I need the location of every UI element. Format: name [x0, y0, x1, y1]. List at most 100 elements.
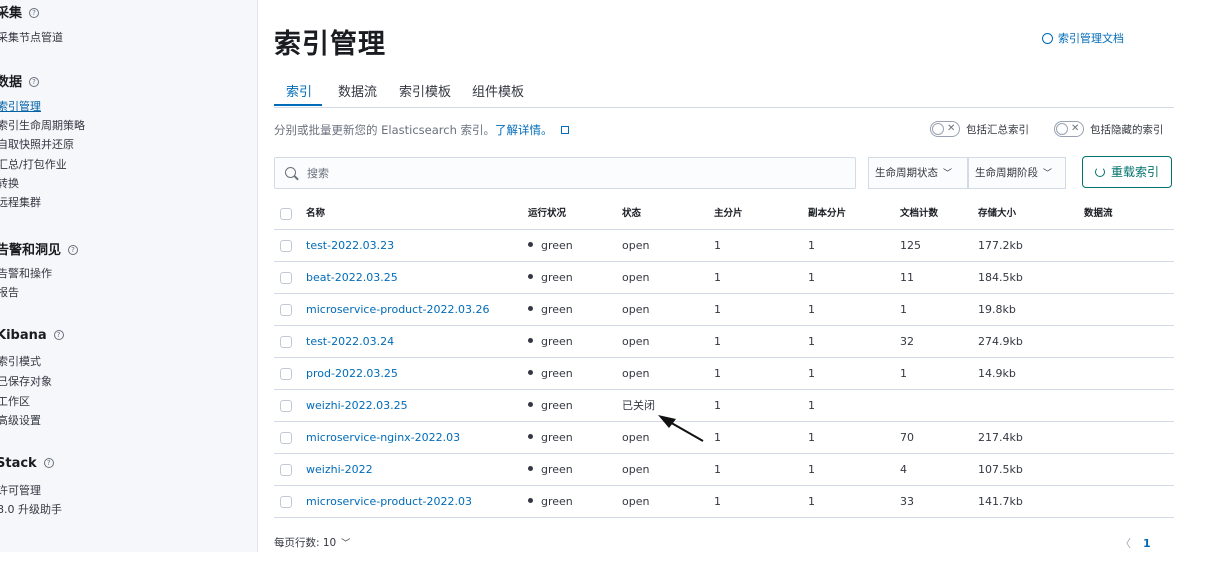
- replica-shards-cell: 1: [808, 431, 815, 444]
- previous-page-icon[interactable]: 〈: [1120, 537, 1131, 550]
- index-name-link[interactable]: weizhi-2022: [306, 454, 373, 486]
- reload-indices-button[interactable]: 重载索引: [1082, 156, 1172, 188]
- sidebar-item-remote-clusters[interactable]: 远程集群: [0, 194, 41, 210]
- sidebar-section-title: 采集?: [0, 2, 40, 21]
- sidebar-item-advanced-settings[interactable]: 高级设置: [0, 412, 41, 428]
- learn-more-link[interactable]: 了解详情。: [495, 123, 553, 137]
- row-checkbox[interactable]: [280, 368, 292, 380]
- index-name-link[interactable]: microservice-product-2022.03.26: [306, 294, 489, 326]
- select-all-checkbox[interactable]: [280, 208, 292, 220]
- tab-indices[interactable]: 索引: [286, 81, 312, 100]
- sidebar-item-saved-objects[interactable]: 已保存对象: [0, 373, 52, 389]
- sidebar-item-snapshot-restore[interactable]: 自取快照并还原: [0, 136, 74, 152]
- table-row: microservice-product-2022.03.26 green open…: [274, 294, 1174, 326]
- primary-shards-cell: 1: [714, 463, 721, 476]
- status-cell: 已关闭: [622, 399, 655, 412]
- sidebar-item-license-management[interactable]: 许可管理: [0, 482, 41, 498]
- help-icon[interactable]: ?: [29, 77, 40, 87]
- row-checkbox[interactable]: [280, 272, 292, 284]
- lifecycle-phase-filter[interactable]: 生命周期阶段 ﹀: [968, 157, 1066, 189]
- status-cell: open: [622, 239, 650, 252]
- row-checkbox[interactable]: [280, 464, 292, 476]
- lifecycle-status-filter[interactable]: 生命周期状态 ﹀: [868, 157, 968, 189]
- sidebar: 采集? 采集节点管道 数据? 索引管理 索引生命周期策略 自取快照并还原 汇总/…: [0, 0, 258, 552]
- replica-shards-cell: 1: [808, 463, 815, 476]
- table-body: test-2022.03.23 green open 1 1 125 177.2kb beat…: [274, 230, 1174, 518]
- health-cell: green: [528, 262, 573, 294]
- help-icon[interactable]: ?: [53, 330, 64, 340]
- index-name-link[interactable]: beat-2022.03.25: [306, 262, 398, 294]
- index-name-link[interactable]: weizhi-2022.03.25: [306, 390, 408, 422]
- tab-bar: 索引 数据流 索引模板 组件模板: [274, 78, 1174, 108]
- replica-shards-cell: 1: [808, 335, 815, 348]
- sidebar-item-index-patterns[interactable]: 索引模式: [0, 353, 41, 369]
- replica-shards-cell: 1: [808, 239, 815, 252]
- docs-count-cell: 33: [900, 495, 914, 508]
- sidebar-item-upgrade-assistant[interactable]: 8.0 升级助手: [0, 501, 62, 517]
- health-cell: green: [528, 454, 573, 486]
- row-checkbox[interactable]: [280, 432, 292, 444]
- page-number[interactable]: 1: [1143, 537, 1151, 550]
- sidebar-item-reporting[interactable]: 报告: [0, 284, 19, 300]
- primary-shards-cell: 1: [714, 335, 721, 348]
- column-header-replicas[interactable]: 副本分片: [808, 198, 846, 230]
- row-checkbox[interactable]: [280, 336, 292, 348]
- column-header-size[interactable]: 存储大小: [978, 198, 1016, 230]
- tab-index-templates[interactable]: 索引模板: [399, 81, 451, 100]
- row-checkbox[interactable]: [280, 496, 292, 508]
- column-header-docs[interactable]: 文档计数: [900, 198, 938, 230]
- index-name-link[interactable]: test-2022.03.24: [306, 326, 394, 358]
- status-cell: open: [622, 463, 650, 476]
- sidebar-item-ingest-pipelines[interactable]: 采集节点管道: [0, 29, 63, 45]
- search-input[interactable]: [307, 164, 847, 182]
- tab-component-templates[interactable]: 组件模板: [472, 81, 524, 100]
- sidebar-item-alerts-actions[interactable]: 告警和操作: [0, 265, 52, 281]
- external-link-icon: [560, 126, 569, 134]
- health-cell: green: [528, 390, 573, 422]
- index-name-link[interactable]: microservice-nginx-2022.03: [306, 422, 460, 454]
- help-icon[interactable]: ?: [43, 458, 54, 468]
- sidebar-item-ilm-policies[interactable]: 索引生命周期策略: [0, 117, 85, 133]
- column-header-status[interactable]: 状态: [622, 198, 641, 230]
- row-checkbox[interactable]: [280, 240, 292, 252]
- help-icon[interactable]: ?: [68, 245, 79, 255]
- column-header-health[interactable]: 运行状况: [528, 198, 566, 230]
- include-rollup-toggle[interactable]: ✕ 包括汇总索引: [930, 121, 1029, 137]
- sidebar-item-spaces[interactable]: 工作区: [0, 393, 30, 409]
- column-header-name[interactable]: 名称: [306, 198, 325, 230]
- replica-shards-cell: 1: [808, 367, 815, 380]
- docs-link-label: 索引管理文档: [1058, 32, 1124, 45]
- primary-shards-cell: 1: [714, 367, 721, 380]
- tab-data-streams[interactable]: 数据流: [338, 81, 377, 100]
- table-row: beat-2022.03.25 green open 1 1 11 184.5kb: [274, 262, 1174, 294]
- column-header-data-stream[interactable]: 数据流: [1084, 198, 1113, 230]
- index-name-link[interactable]: prod-2022.03.25: [306, 358, 398, 390]
- row-checkbox[interactable]: [280, 304, 292, 316]
- search-box[interactable]: [274, 157, 856, 189]
- health-dot-icon: [528, 498, 533, 503]
- row-checkbox[interactable]: [280, 400, 292, 412]
- index-name-link[interactable]: microservice-product-2022.03: [306, 486, 472, 518]
- sidebar-section-title: Kibana?: [0, 328, 64, 343]
- close-icon: ✕: [947, 123, 956, 134]
- sidebar-item-transforms[interactable]: 转换: [0, 175, 19, 191]
- help-icon[interactable]: ?: [29, 8, 40, 18]
- index-name-link[interactable]: test-2022.03.23: [306, 230, 394, 262]
- replica-shards-cell: 1: [808, 271, 815, 284]
- sidebar-item-rollup-jobs[interactable]: 汇总/打包作业: [0, 156, 67, 172]
- chevron-down-icon: ﹀: [943, 169, 953, 179]
- sidebar-section-title: 告警和洞见?: [0, 239, 79, 258]
- status-cell: open: [622, 367, 650, 380]
- toggle-label: 包括汇总索引: [966, 123, 1029, 136]
- health-cell: green: [528, 230, 573, 262]
- toggle-switch[interactable]: ✕: [930, 121, 960, 137]
- rows-per-page-selector[interactable]: 每页行数: 10 ﹀: [274, 535, 350, 550]
- toggle-switch[interactable]: ✕: [1054, 121, 1084, 137]
- column-header-primary[interactable]: 主分片: [714, 198, 743, 230]
- toggle-label: 包括隐藏的索引: [1090, 123, 1164, 136]
- include-hidden-toggle[interactable]: ✕ 包括隐藏的索引: [1054, 121, 1164, 137]
- health-dot-icon: [528, 370, 533, 375]
- docs-link[interactable]: 索引管理文档: [1042, 30, 1124, 46]
- docs-count-cell: 70: [900, 431, 914, 444]
- sidebar-item-index-management[interactable]: 索引管理: [0, 98, 41, 114]
